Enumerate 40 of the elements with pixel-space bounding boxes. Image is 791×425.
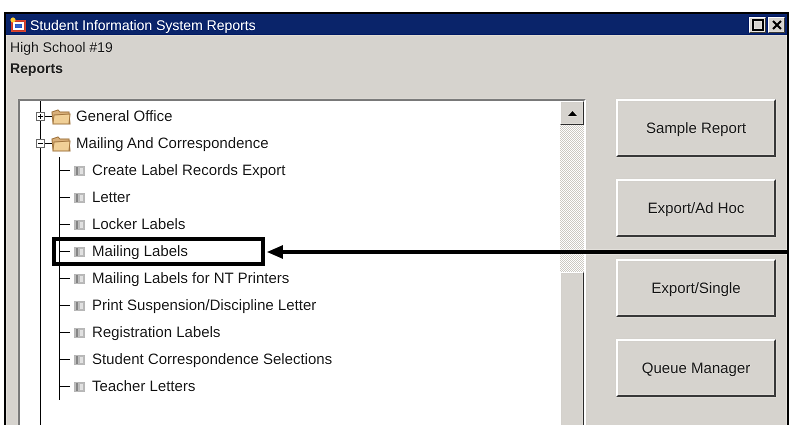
report-icon bbox=[74, 246, 86, 258]
folder-icon bbox=[51, 108, 71, 126]
report-icon bbox=[74, 354, 86, 366]
report-icon bbox=[74, 164, 86, 176]
tree-item[interactable]: Locker Labels bbox=[92, 216, 186, 233]
report-icon bbox=[74, 300, 86, 312]
action-button[interactable]: Export/Ad Hoc bbox=[616, 179, 776, 237]
close-button[interactable] bbox=[768, 16, 785, 32]
scroll-thumb[interactable] bbox=[560, 272, 584, 425]
tree-item[interactable]: Student Correspondence Selections bbox=[92, 351, 332, 368]
scrollbar[interactable] bbox=[560, 101, 584, 425]
app-icon bbox=[10, 16, 28, 32]
report-icon bbox=[74, 192, 86, 204]
tree-item[interactable]: Teacher Letters bbox=[92, 378, 196, 395]
tree-item[interactable]: Print Suspension/Discipline Letter bbox=[92, 297, 316, 314]
action-button[interactable]: Export/Single bbox=[616, 259, 776, 317]
school-name: High School #19 bbox=[10, 38, 114, 57]
report-icon bbox=[74, 218, 86, 230]
report-icon bbox=[74, 326, 86, 338]
tree-item[interactable]: Mailing Labels bbox=[92, 243, 188, 260]
maximize-button[interactable] bbox=[749, 16, 766, 32]
maximize-icon bbox=[752, 18, 764, 30]
tree-item[interactable]: General Office bbox=[76, 108, 172, 125]
report-icon bbox=[74, 380, 86, 392]
section-heading: Reports bbox=[10, 59, 64, 78]
collapse-icon[interactable] bbox=[36, 139, 45, 148]
tree-item[interactable]: Create Label Records Export bbox=[92, 162, 286, 179]
folder-icon bbox=[51, 134, 71, 152]
expand-icon[interactable] bbox=[36, 112, 45, 121]
tree-item[interactable]: Mailing And Correspondence bbox=[76, 135, 269, 152]
tree-item[interactable]: Mailing Labels for NT Printers bbox=[92, 270, 290, 287]
action-button[interactable]: Sample Report bbox=[616, 99, 776, 157]
window-title: Student Information System Reports bbox=[30, 16, 256, 32]
scroll-up-button[interactable] bbox=[560, 101, 584, 125]
close-icon bbox=[770, 18, 782, 30]
up-arrow-icon bbox=[568, 110, 576, 116]
tree-item[interactable]: Letter bbox=[92, 189, 130, 206]
report-icon bbox=[74, 272, 86, 284]
tree-item[interactable]: Registration Labels bbox=[92, 324, 220, 341]
action-button[interactable]: Queue Manager bbox=[616, 339, 776, 397]
